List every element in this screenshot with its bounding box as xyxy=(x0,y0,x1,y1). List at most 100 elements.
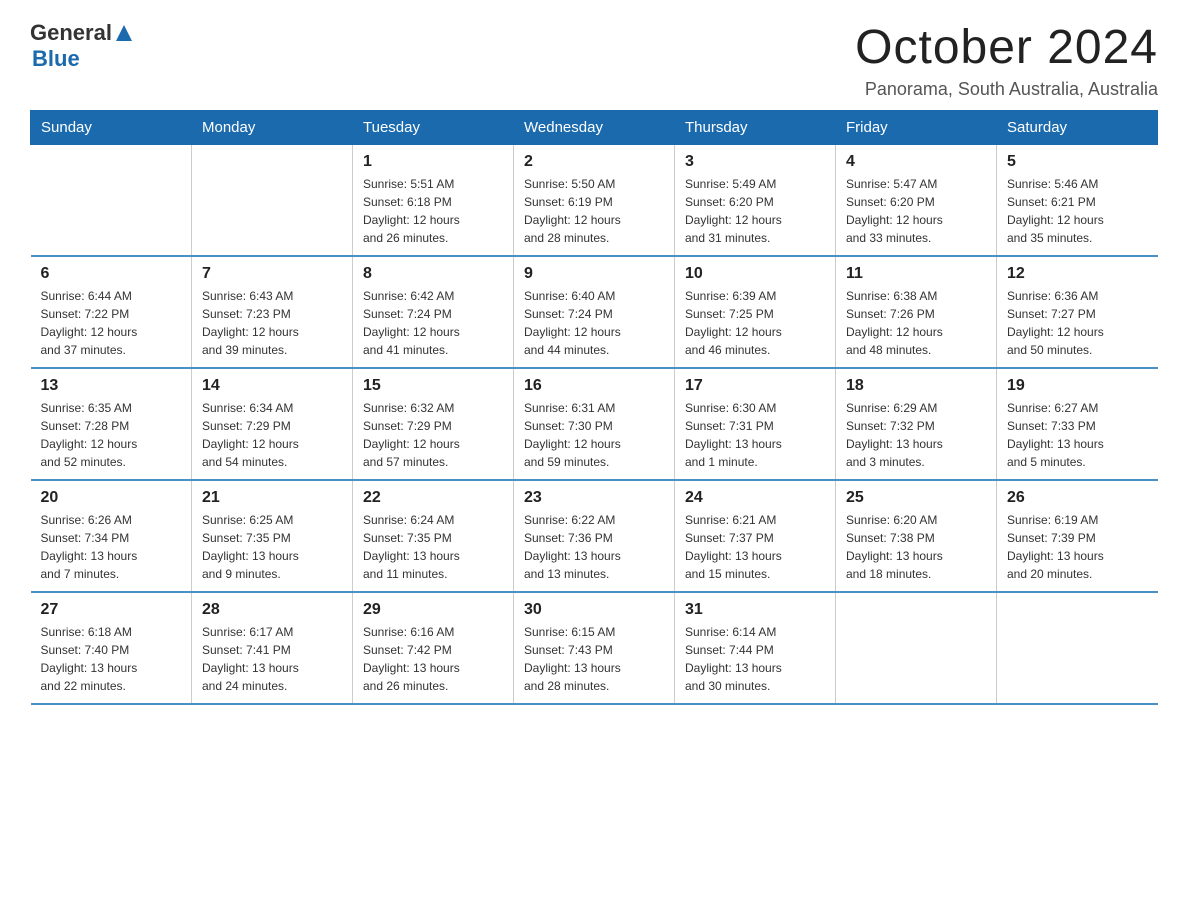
day-number: 29 xyxy=(363,601,503,619)
day-number: 2 xyxy=(524,153,664,171)
day-info: Sunrise: 6:24 AMSunset: 7:35 PMDaylight:… xyxy=(363,511,503,583)
page-header: General Blue October 2024 Panorama, Sout… xyxy=(30,20,1158,100)
calendar-cell: 14 Sunrise: 6:34 AMSunset: 7:29 PMDayligh… xyxy=(192,368,353,480)
calendar-cell: 27 Sunrise: 6:18 AMSunset: 7:40 PMDayligh… xyxy=(31,592,192,704)
day-info: Sunrise: 6:15 AMSunset: 7:43 PMDaylight:… xyxy=(524,623,664,695)
day-info: Sunrise: 6:34 AMSunset: 7:29 PMDaylight:… xyxy=(202,399,342,471)
day-info: Sunrise: 6:29 AMSunset: 7:32 PMDaylight:… xyxy=(846,399,986,471)
calendar-cell: 17 Sunrise: 6:30 AMSunset: 7:31 PMDayligh… xyxy=(675,368,836,480)
calendar-cell xyxy=(836,592,997,704)
day-number: 18 xyxy=(846,377,986,395)
calendar-cell: 10 Sunrise: 6:39 AMSunset: 7:25 PMDayligh… xyxy=(675,256,836,368)
day-number: 31 xyxy=(685,601,825,619)
calendar-week-row: 6 Sunrise: 6:44 AMSunset: 7:22 PMDaylight… xyxy=(31,256,1158,368)
day-info: Sunrise: 6:30 AMSunset: 7:31 PMDaylight:… xyxy=(685,399,825,471)
day-number: 10 xyxy=(685,265,825,283)
day-number: 4 xyxy=(846,153,986,171)
day-number: 17 xyxy=(685,377,825,395)
day-info: Sunrise: 6:27 AMSunset: 7:33 PMDaylight:… xyxy=(1007,399,1148,471)
calendar-cell: 6 Sunrise: 6:44 AMSunset: 7:22 PMDaylight… xyxy=(31,256,192,368)
day-info: Sunrise: 6:25 AMSunset: 7:35 PMDaylight:… xyxy=(202,511,342,583)
calendar-cell: 9 Sunrise: 6:40 AMSunset: 7:24 PMDaylight… xyxy=(514,256,675,368)
day-number: 3 xyxy=(685,153,825,171)
day-number: 27 xyxy=(41,601,182,619)
location-text: Panorama, South Australia, Australia xyxy=(855,79,1158,100)
day-info: Sunrise: 6:18 AMSunset: 7:40 PMDaylight:… xyxy=(41,623,182,695)
day-info: Sunrise: 6:44 AMSunset: 7:22 PMDaylight:… xyxy=(41,287,182,359)
day-info: Sunrise: 5:47 AMSunset: 6:20 PMDaylight:… xyxy=(846,175,986,247)
day-info: Sunrise: 6:14 AMSunset: 7:44 PMDaylight:… xyxy=(685,623,825,695)
calendar-cell: 4 Sunrise: 5:47 AMSunset: 6:20 PMDaylight… xyxy=(836,145,997,257)
calendar-cell: 5Sunrise: 5:46 AMSunset: 6:21 PMDaylight… xyxy=(997,145,1158,257)
day-info: Sunrise: 6:35 AMSunset: 7:28 PMDaylight:… xyxy=(41,399,182,471)
logo-general-text: General xyxy=(30,20,112,46)
calendar-cell: 8 Sunrise: 6:42 AMSunset: 7:24 PMDaylight… xyxy=(353,256,514,368)
calendar-cell: 20Sunrise: 6:26 AMSunset: 7:34 PMDayligh… xyxy=(31,480,192,592)
day-number: 16 xyxy=(524,377,664,395)
logo-blue-text: Blue xyxy=(32,46,80,72)
day-info: Sunrise: 6:43 AMSunset: 7:23 PMDaylight:… xyxy=(202,287,342,359)
calendar-header-saturday: Saturday xyxy=(997,111,1158,145)
day-number: 1 xyxy=(363,153,503,171)
calendar-cell: 28 Sunrise: 6:17 AMSunset: 7:41 PMDayligh… xyxy=(192,592,353,704)
day-number: 30 xyxy=(524,601,664,619)
day-info: Sunrise: 6:40 AMSunset: 7:24 PMDaylight:… xyxy=(524,287,664,359)
day-info: Sunrise: 6:20 AMSunset: 7:38 PMDaylight:… xyxy=(846,511,986,583)
day-info: Sunrise: 5:50 AMSunset: 6:19 PMDaylight:… xyxy=(524,175,664,247)
day-number: 7 xyxy=(202,265,342,283)
day-number: 23 xyxy=(524,489,664,507)
day-number: 28 xyxy=(202,601,342,619)
day-info: Sunrise: 5:46 AMSunset: 6:21 PMDaylight:… xyxy=(1007,175,1148,247)
day-number: 12 xyxy=(1007,265,1148,283)
calendar-header-row: SundayMondayTuesdayWednesdayThursdayFrid… xyxy=(31,111,1158,145)
day-number: 21 xyxy=(202,489,342,507)
calendar-header-monday: Monday xyxy=(192,111,353,145)
day-number: 8 xyxy=(363,265,503,283)
day-info: Sunrise: 6:36 AMSunset: 7:27 PMDaylight:… xyxy=(1007,287,1148,359)
calendar-cell xyxy=(31,145,192,257)
day-number: 6 xyxy=(41,265,182,283)
logo: General Blue xyxy=(30,20,134,72)
calendar-week-row: 13 Sunrise: 6:35 AMSunset: 7:28 PMDayligh… xyxy=(31,368,1158,480)
day-number: 13 xyxy=(41,377,182,395)
calendar-cell: 7 Sunrise: 6:43 AMSunset: 7:23 PMDaylight… xyxy=(192,256,353,368)
day-info: Sunrise: 6:17 AMSunset: 7:41 PMDaylight:… xyxy=(202,623,342,695)
calendar-week-row: 1 Sunrise: 5:51 AMSunset: 6:18 PMDaylight… xyxy=(31,145,1158,257)
day-number: 9 xyxy=(524,265,664,283)
day-number: 19 xyxy=(1007,377,1148,395)
calendar-cell: 15 Sunrise: 6:32 AMSunset: 7:29 PMDayligh… xyxy=(353,368,514,480)
calendar-cell: 22Sunrise: 6:24 AMSunset: 7:35 PMDayligh… xyxy=(353,480,514,592)
calendar-cell: 29 Sunrise: 6:16 AMSunset: 7:42 PMDayligh… xyxy=(353,592,514,704)
calendar-cell: 21 Sunrise: 6:25 AMSunset: 7:35 PMDayligh… xyxy=(192,480,353,592)
calendar-cell: 19 Sunrise: 6:27 AMSunset: 7:33 PMDayligh… xyxy=(997,368,1158,480)
day-info: Sunrise: 5:51 AMSunset: 6:18 PMDaylight:… xyxy=(363,175,503,247)
calendar-cell: 25 Sunrise: 6:20 AMSunset: 7:38 PMDayligh… xyxy=(836,480,997,592)
calendar-cell: 12 Sunrise: 6:36 AMSunset: 7:27 PMDayligh… xyxy=(997,256,1158,368)
calendar-header-tuesday: Tuesday xyxy=(353,111,514,145)
logo-triangle-icon xyxy=(114,23,134,43)
calendar-cell: 26Sunrise: 6:19 AMSunset: 7:39 PMDayligh… xyxy=(997,480,1158,592)
day-number: 11 xyxy=(846,265,986,283)
calendar-cell: 13 Sunrise: 6:35 AMSunset: 7:28 PMDayligh… xyxy=(31,368,192,480)
day-info: Sunrise: 6:21 AMSunset: 7:37 PMDaylight:… xyxy=(685,511,825,583)
day-info: Sunrise: 6:19 AMSunset: 7:39 PMDaylight:… xyxy=(1007,511,1148,583)
calendar-cell: 1 Sunrise: 5:51 AMSunset: 6:18 PMDaylight… xyxy=(353,145,514,257)
calendar-week-row: 20Sunrise: 6:26 AMSunset: 7:34 PMDayligh… xyxy=(31,480,1158,592)
day-number: 14 xyxy=(202,377,342,395)
day-info: Sunrise: 6:42 AMSunset: 7:24 PMDaylight:… xyxy=(363,287,503,359)
day-number: 15 xyxy=(363,377,503,395)
calendar-header-thursday: Thursday xyxy=(675,111,836,145)
day-info: Sunrise: 5:49 AMSunset: 6:20 PMDaylight:… xyxy=(685,175,825,247)
day-info: Sunrise: 6:22 AMSunset: 7:36 PMDaylight:… xyxy=(524,511,664,583)
month-title: October 2024 xyxy=(855,20,1158,75)
day-info: Sunrise: 6:32 AMSunset: 7:29 PMDaylight:… xyxy=(363,399,503,471)
day-number: 25 xyxy=(846,489,986,507)
calendar-cell: 24Sunrise: 6:21 AMSunset: 7:37 PMDayligh… xyxy=(675,480,836,592)
day-info: Sunrise: 6:39 AMSunset: 7:25 PMDaylight:… xyxy=(685,287,825,359)
calendar-cell: 30 Sunrise: 6:15 AMSunset: 7:43 PMDayligh… xyxy=(514,592,675,704)
day-info: Sunrise: 6:16 AMSunset: 7:42 PMDaylight:… xyxy=(363,623,503,695)
day-info: Sunrise: 6:26 AMSunset: 7:34 PMDaylight:… xyxy=(41,511,182,583)
calendar-header-wednesday: Wednesday xyxy=(514,111,675,145)
calendar-header-sunday: Sunday xyxy=(31,111,192,145)
day-info: Sunrise: 6:31 AMSunset: 7:30 PMDaylight:… xyxy=(524,399,664,471)
